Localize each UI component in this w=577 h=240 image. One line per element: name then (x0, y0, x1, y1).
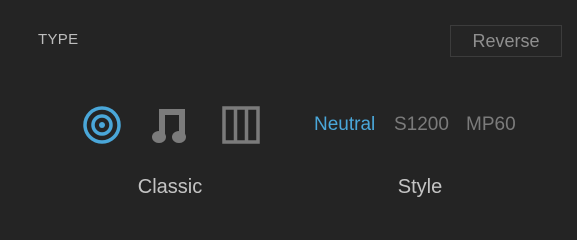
classic-type-button[interactable] (80, 103, 124, 147)
classic-label: Classic (137, 176, 203, 198)
style-option-neutral[interactable]: Neutral (314, 112, 375, 138)
grid-columns-icon (222, 106, 260, 144)
target-circle-icon (83, 106, 121, 144)
type-panel: TYPE Reverse Neutral S1200 MP60 Classic … (0, 0, 577, 240)
style-option-mp60[interactable]: MP60 (466, 112, 516, 138)
reverse-button[interactable]: Reverse (450, 25, 562, 57)
style-label: Style (397, 176, 443, 198)
section-title: TYPE (38, 31, 79, 48)
style-option-s1200[interactable]: S1200 (394, 112, 449, 138)
music-type-button[interactable] (148, 103, 192, 147)
grid-type-button[interactable] (219, 103, 263, 147)
music-note-icon (152, 109, 186, 143)
